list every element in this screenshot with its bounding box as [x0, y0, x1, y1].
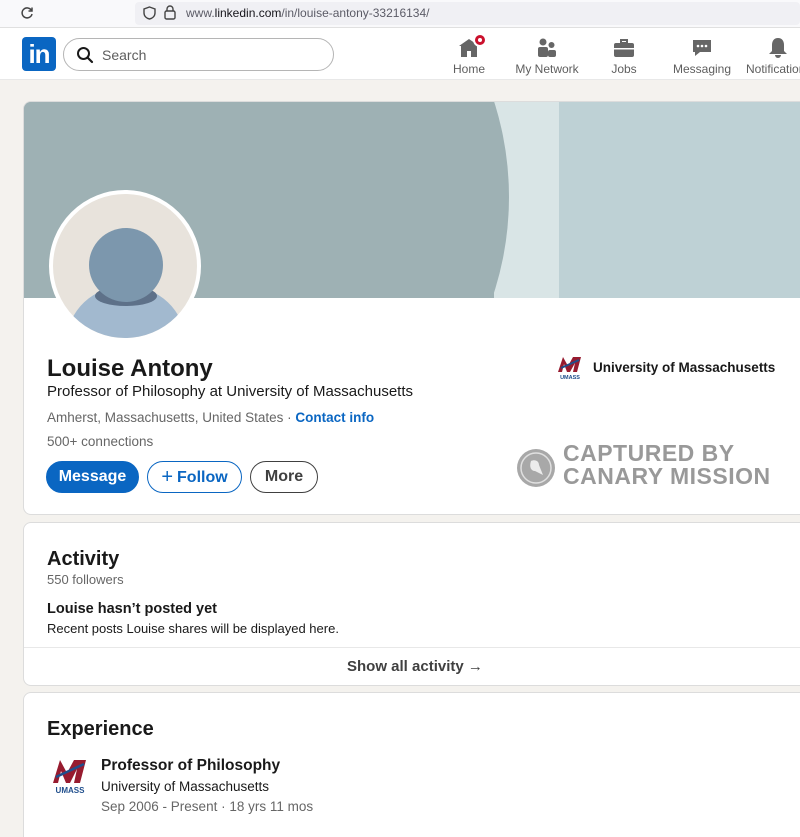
nav-home[interactable]: Home — [446, 32, 492, 76]
plus-icon: + — [161, 466, 174, 488]
umass-logo[interactable]: UMASS — [557, 354, 583, 380]
contact-info-link[interactable]: Contact info — [295, 410, 374, 425]
top-nav: in Home My Network — [0, 28, 800, 80]
empty-activity-title: Louise hasn’t posted yet — [47, 601, 217, 617]
activity-card: Activity 550 followers Louise hasn’t pos… — [23, 522, 800, 686]
message-icon — [690, 36, 714, 60]
empty-activity-subtitle: Recent posts Louise shares will be displ… — [47, 621, 339, 636]
avatar[interactable] — [49, 190, 201, 342]
experience-card: Experience UMASS Professor of Philosophy… — [23, 692, 800, 837]
experience-item-company: University of Massachusetts — [101, 779, 270, 794]
more-button[interactable]: More — [250, 461, 318, 493]
notification-badge — [473, 33, 487, 47]
search-input[interactable] — [102, 45, 322, 65]
search-box[interactable] — [63, 38, 334, 71]
svg-text:UMASS: UMASS — [560, 375, 580, 380]
connections-count[interactable]: 500+ connections — [47, 434, 153, 449]
url-text[interactable]: www.linkedin.com/in/louise-antony-332161… — [186, 6, 429, 20]
svg-text:UMASS: UMASS — [56, 786, 86, 794]
followers-count: 550 followers — [47, 572, 124, 587]
nav-my-network[interactable]: My Network — [512, 32, 582, 76]
home-icon — [457, 33, 487, 60]
experience-item-dates: Sep 2006 - Present · 18 yrs 11 mos — [101, 799, 314, 814]
show-all-activity-button[interactable]: Show all activity → — [24, 648, 800, 685]
experience-item-title: Professor of Philosophy — [101, 757, 281, 774]
network-icon — [535, 36, 559, 60]
profile-location: Amherst, Massachusetts, United States · … — [47, 410, 375, 425]
browser-toolbar: www.linkedin.com/in/louise-antony-332161… — [0, 0, 800, 28]
profile-headline: Professor of Philosophy at University of… — [47, 383, 413, 400]
umass-logo[interactable]: UMASS — [51, 756, 89, 794]
search-icon — [77, 47, 94, 64]
lock-icon[interactable] — [164, 5, 176, 20]
shield-icon[interactable] — [143, 6, 156, 20]
profile-name: Louise Antony — [47, 355, 213, 382]
nav-jobs[interactable]: Jobs — [604, 32, 644, 76]
experience-title: Experience — [47, 718, 154, 740]
nav-notifications[interactable]: Notifications — [746, 32, 800, 76]
message-button[interactable]: Message — [46, 461, 139, 493]
nav-messaging[interactable]: Messaging — [670, 32, 734, 76]
linkedin-logo[interactable]: in — [22, 37, 56, 71]
briefcase-icon — [612, 36, 636, 60]
current-company[interactable]: University of Massachusetts — [593, 360, 775, 375]
canary-bird-icon — [517, 449, 555, 487]
profile-card: Louise Antony Professor of Philosophy at… — [23, 101, 800, 515]
activity-title: Activity — [47, 548, 120, 570]
watermark: CAPTURED BY CANARY MISSION — [517, 442, 777, 496]
follow-button[interactable]: + Follow — [147, 461, 242, 493]
reload-icon[interactable] — [20, 6, 34, 20]
bell-icon — [766, 36, 790, 60]
